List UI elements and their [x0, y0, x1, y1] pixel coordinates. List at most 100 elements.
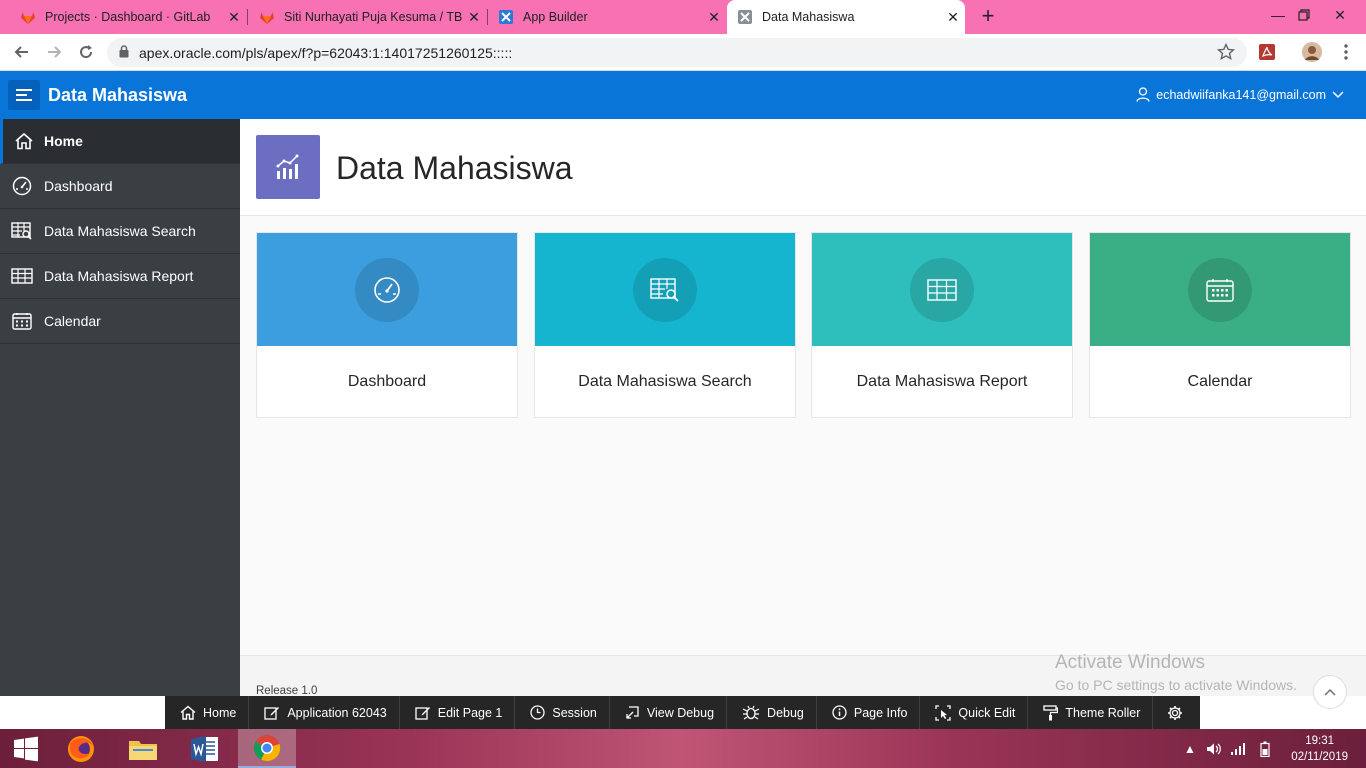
browser-tab-gitlab-projects[interactable]: Projects · Dashboard · GitLab ✕ [0, 0, 246, 34]
card-label: Dashboard [347, 373, 427, 390]
gitlab-icon [20, 9, 36, 25]
card-label: Calendar [1187, 373, 1253, 390]
tab-title: Data Mahasiswa [762, 10, 855, 24]
volume-icon[interactable] [1206, 729, 1222, 768]
card-header [812, 233, 1072, 346]
devbar-label: Page Info [853, 705, 908, 720]
browser-tab-app-builder[interactable]: App Builder ✕ [478, 0, 726, 34]
sidebar-item-data-mahasiswa-search[interactable]: Data Mahasiswa Search [0, 209, 240, 254]
card-header [535, 233, 795, 346]
file-explorer-icon[interactable] [114, 729, 172, 768]
devbar-application-button[interactable]: Application 62043 [249, 696, 400, 729]
bug-icon [742, 705, 760, 720]
gitlab-icon [259, 9, 275, 25]
sidebar-item-data-mahasiswa-report[interactable]: Data Mahasiswa Report [0, 254, 240, 299]
back-icon[interactable] [10, 40, 34, 64]
calendar-icon [0, 312, 44, 330]
activate-windows-title: Activate Windows [1055, 652, 1205, 673]
pdf-extension-icon[interactable] [1257, 42, 1277, 62]
devbar-label: Quick Edit [958, 705, 1016, 720]
app-title[interactable]: Data Mahasiswa [48, 85, 187, 106]
paint-roller-icon [1043, 704, 1059, 720]
card-dashboard[interactable]: Dashboard [256, 232, 518, 418]
windows-taskbar: ▲ 19:31 02/11/2019 [0, 729, 1366, 768]
tray-chevron-up-icon[interactable]: ▲ [1184, 729, 1196, 768]
reload-icon[interactable] [74, 40, 98, 64]
chevron-up-icon [1324, 688, 1336, 696]
edit-icon [415, 707, 430, 720]
card-data-mahasiswa-search[interactable]: Data Mahasiswa Search [534, 232, 796, 418]
restore-icon[interactable] [1284, 0, 1324, 30]
lock-icon [119, 44, 129, 61]
windows-start-icon[interactable] [0, 729, 52, 768]
profile-avatar[interactable] [1302, 42, 1322, 62]
apex-icon [498, 9, 514, 25]
devbar-label: View Debug [646, 705, 715, 720]
user-icon [1136, 87, 1150, 102]
table-icon [0, 268, 44, 284]
home-icon [3, 132, 44, 150]
user-menu[interactable]: echadwiifanka141@gmail.com [1136, 87, 1344, 102]
browser-tabstrip: Projects · Dashboard · GitLab ✕ Siti Nur… [0, 0, 1366, 34]
firefox-icon[interactable] [52, 729, 110, 768]
network-signal-icon[interactable] [1230, 729, 1246, 768]
view-debug-icon [626, 706, 639, 719]
card-data-mahasiswa-report[interactable]: Data Mahasiswa Report [811, 232, 1073, 418]
devbar-page-info-button[interactable]: Page Info [817, 696, 921, 729]
close-icon[interactable]: ✕ [941, 9, 965, 26]
word-icon[interactable] [176, 729, 234, 768]
info-icon [832, 705, 847, 720]
devbar-quick-edit-button[interactable]: Quick Edit [920, 696, 1029, 729]
devbar-label: Home [203, 705, 237, 720]
forward-icon[interactable] [42, 40, 66, 64]
clock-icon [530, 705, 546, 720]
devbar-theme-roller-button[interactable]: Theme Roller [1028, 696, 1154, 729]
activate-windows-subtitle: Go to PC settings to activate Windows. [1055, 677, 1297, 693]
devbar-home-button[interactable]: Home [165, 696, 250, 729]
sidebar-item-dashboard[interactable]: Dashboard [0, 164, 240, 209]
user-email: echadwiifanka141@gmail.com [1156, 87, 1326, 102]
devbar-label: Edit Page 1 [437, 705, 503, 720]
sidebar-item-label: Data Mahasiswa Report [44, 268, 194, 284]
sidebar-item-label: Home [44, 133, 83, 149]
edit-icon [264, 707, 280, 720]
sidebar-item-home[interactable]: Home [0, 119, 240, 164]
browser-tab-gitlab-tb[interactable]: Siti Nurhayati Puja Kesuma / TB D ✕ [239, 0, 486, 34]
card-calendar[interactable]: Calendar [1089, 232, 1351, 418]
close-window-icon[interactable]: ✕ [1320, 0, 1360, 30]
new-tab-button[interactable]: + [976, 4, 1000, 28]
chrome-icon[interactable] [238, 729, 296, 768]
close-icon[interactable]: ✕ [702, 9, 726, 26]
devbar-debug-button[interactable]: Debug [727, 696, 817, 729]
system-clock[interactable]: 19:31 02/11/2019 [1291, 733, 1348, 765]
developer-toolbar: Home Application 62043 Edit Page 1 Sessi… [165, 696, 1200, 729]
main-content: Data Mahasiswa Dashboard Data Mahasiswa … [240, 119, 1366, 709]
gear-icon [1168, 705, 1183, 720]
battery-icon[interactable] [1260, 729, 1270, 768]
page-title: Data Mahasiswa [336, 150, 573, 186]
menu-toggle-icon[interactable] [8, 80, 40, 110]
devbar-label: Theme Roller [1065, 705, 1141, 720]
browser-tab-data-mahasiswa[interactable]: Data Mahasiswa ✕ [727, 0, 965, 34]
app-header: Data Mahasiswa echadwiifanka141@gmail.co… [0, 71, 1366, 119]
browser-menu-icon[interactable] [1336, 42, 1356, 62]
devbar-settings-button[interactable] [1153, 696, 1197, 729]
card-label: Data Mahasiswa Report [856, 373, 1028, 390]
bookmark-star-icon[interactable] [1216, 42, 1236, 64]
card-header [257, 233, 517, 346]
devbar-session-button[interactable]: Session [515, 696, 610, 729]
clock-time: 19:31 [1305, 735, 1335, 747]
url-input[interactable]: apex.oracle.com/pls/apex/f?p=62043:1:140… [107, 38, 1247, 67]
home-icon [180, 705, 196, 720]
clock-date: 02/11/2019 [1291, 751, 1348, 763]
search-table-icon [0, 222, 44, 240]
scroll-to-top-button[interactable] [1313, 675, 1347, 709]
sidebar-item-calendar[interactable]: Calendar [0, 299, 240, 344]
card-label: Data Mahasiswa Search [578, 373, 752, 390]
devbar-view-debug-button[interactable]: View Debug [610, 696, 728, 729]
sidebar-item-label: Data Mahasiswa Search [44, 223, 196, 239]
apex-icon [737, 9, 753, 25]
chart-icon [256, 135, 320, 199]
devbar-edit-page-button[interactable]: Edit Page 1 [400, 696, 516, 729]
devbar-label: Session [552, 705, 597, 720]
